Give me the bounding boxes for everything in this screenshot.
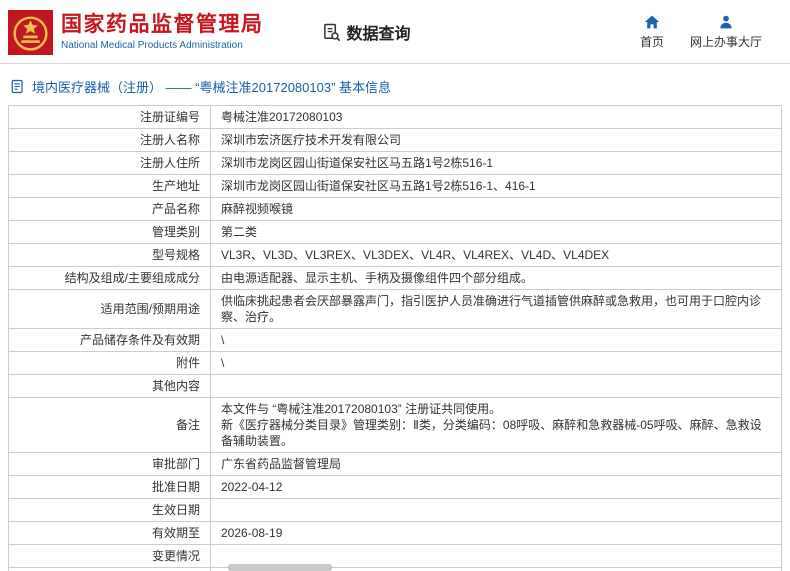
breadcrumb: 境内医疗器械（注册） —— “粤械注准20172080103” 基本信息 [10,77,780,96]
table-row: 备注 本文件与 “粤械注准20172080103” 注册证共同使用。 新《医疗器… [8,397,782,453]
page: 国家药品监督管理局 National Medical Products Admi… [0,0,790,571]
header-divider [0,63,790,64]
person-icon [720,15,732,29]
table-row: 生产地址 深圳市龙岗区园山街道保安社区马五路1号2栋516-1、416-1 [8,174,782,198]
field-value: 深圳市龙岗区园山街道保安社区马五路1号2栋516-1、416-1 [210,174,782,198]
nav-item-service-hall[interactable]: 网上办事大厅 [690,14,762,50]
field-label: 有效期至 [8,521,211,545]
field-value: 深圳市龙岗区园山街道保安社区马五路1号2栋516-1 [210,151,782,175]
header: 国家药品监督管理局 National Medical Products Admi… [0,0,790,63]
field-label: 注册人名称 [8,128,211,152]
field-value: \ [210,328,782,352]
data-query-label: 数据查询 [346,26,411,43]
horizontal-scrollbar-thumb[interactable] [228,564,332,571]
table-row: 审批部门 广东省药品监督管理局 [8,452,782,476]
field-label: 生效日期 [8,498,211,522]
table-row: 产品名称 麻醉视频喉镜 [8,197,782,221]
field-value: VL3R、VL3D、VL3REX、VL3DEX、VL4R、VL4REX、VL4D… [210,243,782,267]
field-label: 管理类别 [8,220,211,244]
field-value: 本文件与 “粤械注准20172080103” 注册证共同使用。 新《医疗器械分类… [210,397,782,453]
table-row: 生效日期 [8,498,782,522]
field-value: 粤械注准20172080103 [210,105,782,129]
field-value [210,374,782,398]
agency-name: 国家药品监督管理局 [61,13,264,37]
field-value: 供临床挑起患者会厌部暴露声门，指引医护人员准确进行气道插管供麻醉或急救用，也可用… [210,289,782,329]
field-label: 变更情况 [8,544,211,568]
table-row: 批准日期 2022-04-12 [8,475,782,499]
table-row: ●注 详情 [8,567,782,571]
breadcrumb-text: 境内医疗器械（注册） —— “粤械注准20172080103” 基本信息 [32,80,392,95]
field-label: ●注 [8,567,211,571]
table-row: 变更情况 [8,544,782,568]
agency-name-en: National Medical Products Administration [61,39,243,51]
table-row: 附件 \ [8,351,782,375]
data-query-icon [323,23,340,41]
field-value [210,498,782,522]
national-emblem-icon [8,9,53,55]
table-row: 产品储存条件及有效期 \ [8,328,782,352]
field-value: 2022-04-12 [210,475,782,499]
field-value: 2026-08-19 [210,521,782,545]
table-row: 结构及组成/主要组成成分 由电源适配器、显示主机、手柄及摄像组件四个部分组成。 [8,266,782,290]
field-value: 第二类 [210,220,782,244]
field-label: 适用范围/预期用途 [8,289,211,329]
table-row: 有效期至 2026-08-19 [8,521,782,545]
table-row: 其他内容 [8,374,782,398]
field-label: 注册人住所 [8,151,211,175]
field-label: 生产地址 [8,174,211,198]
table-row: 注册证编号 粤械注准20172080103 [8,105,782,129]
field-label: 备注 [8,397,211,453]
field-value: 广东省药品监督管理局 [210,452,782,476]
field-value: 深圳市宏济医疗技术开发有限公司 [210,128,782,152]
field-label: 结构及组成/主要组成成分 [8,266,211,290]
field-label: 附件 [8,351,211,375]
field-label: 产品储存条件及有效期 [8,328,211,352]
table-row: 型号规格 VL3R、VL3D、VL3REX、VL3DEX、VL4R、VL4REX… [8,243,782,267]
table-row: 注册人名称 深圳市宏济医疗技术开发有限公司 [8,128,782,152]
data-query-title: 数据查询 [322,20,411,44]
field-label: 其他内容 [8,374,211,398]
field-value: \ [210,351,782,375]
nav-home-label: 首页 [639,35,664,49]
home-icon [644,15,660,29]
header-nav: 首页 网上办事大厅 [640,14,762,50]
table-row: 适用范围/预期用途 供临床挑起患者会厌部暴露声门，指引医护人员准确进行气道插管供… [8,289,782,329]
nav-item-home[interactable]: 首页 [640,14,664,50]
field-value: 由电源适配器、显示主机、手柄及摄像组件四个部分组成。 [210,266,782,290]
field-value: 麻醉视频喉镜 [210,197,782,221]
field-label: 审批部门 [8,452,211,476]
table-row: 管理类别 第二类 [8,220,782,244]
table-row: 注册人住所 深圳市龙岗区园山街道保安社区马五路1号2栋516-1 [8,151,782,175]
registration-info-table: 注册证编号 粤械注准20172080103 注册人名称 深圳市宏济医疗技术开发有… [8,105,782,571]
field-label: 注册证编号 [8,105,211,129]
field-label: 产品名称 [8,197,211,221]
document-icon [11,79,23,94]
agency-title-block: 国家药品监督管理局 National Medical Products Admi… [61,13,264,50]
field-label: 批准日期 [8,475,211,499]
field-label: 型号规格 [8,243,211,267]
nav-service-hall-label: 网上办事大厅 [689,35,762,49]
